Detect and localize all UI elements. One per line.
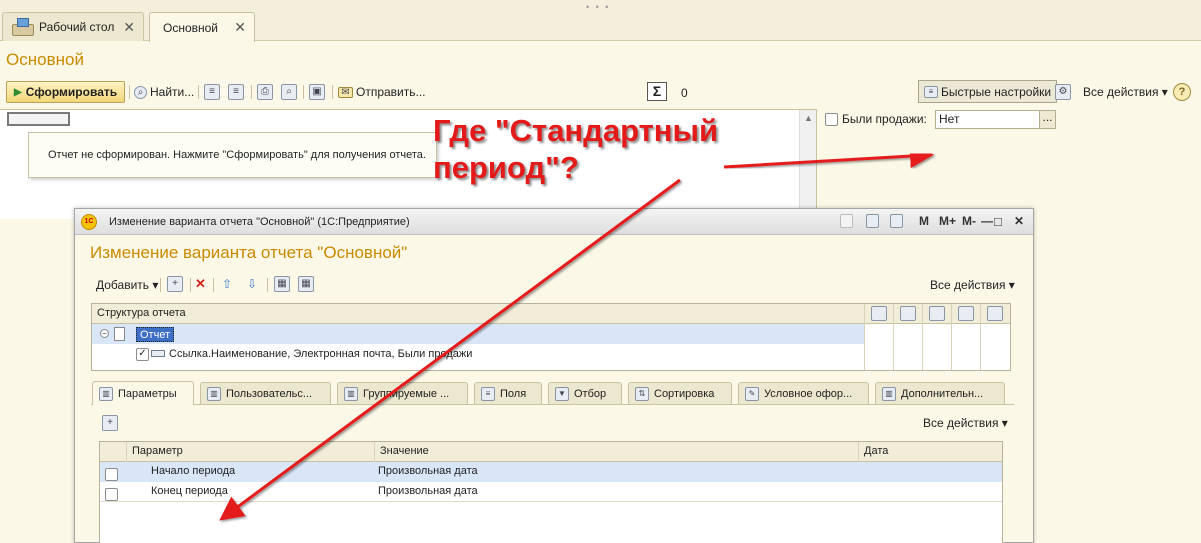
arrow-to-filter (723, 144, 934, 169)
annotation-arrows (219, 144, 934, 521)
arrow-to-params (219, 178, 681, 521)
